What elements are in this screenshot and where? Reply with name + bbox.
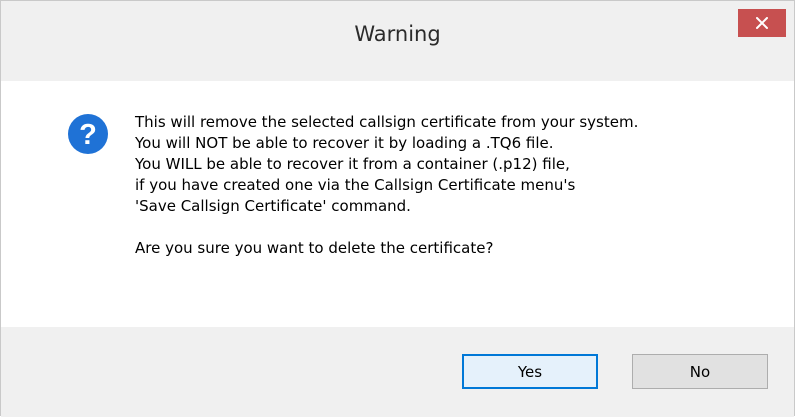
- message-line: You will NOT be able to recover it by lo…: [135, 134, 554, 152]
- message-line: You WILL be able to recover it from a co…: [135, 155, 570, 173]
- dialog-content: ? This will remove the selected callsign…: [1, 81, 794, 327]
- message-line: This will remove the selected callsign c…: [135, 113, 639, 131]
- close-button[interactable]: [738, 9, 786, 37]
- message-line: if you have created one via the Callsign…: [135, 176, 576, 194]
- message-line: 'Save Callsign Certificate' command.: [135, 197, 411, 215]
- message-text: This will remove the selected callsign c…: [135, 112, 765, 259]
- warning-dialog: Warning ? This will remove the selected …: [0, 0, 795, 417]
- confirmation-question: Are you sure you want to delete the cert…: [135, 239, 494, 257]
- window-title: Warning: [354, 22, 441, 46]
- button-bar: Yes No: [1, 327, 794, 417]
- svg-text:?: ?: [79, 119, 97, 151]
- close-icon: [756, 17, 768, 29]
- yes-button[interactable]: Yes: [462, 354, 598, 389]
- no-button[interactable]: No: [632, 354, 768, 389]
- title-bar: Warning: [1, 1, 794, 81]
- question-icon: ?: [68, 114, 108, 154]
